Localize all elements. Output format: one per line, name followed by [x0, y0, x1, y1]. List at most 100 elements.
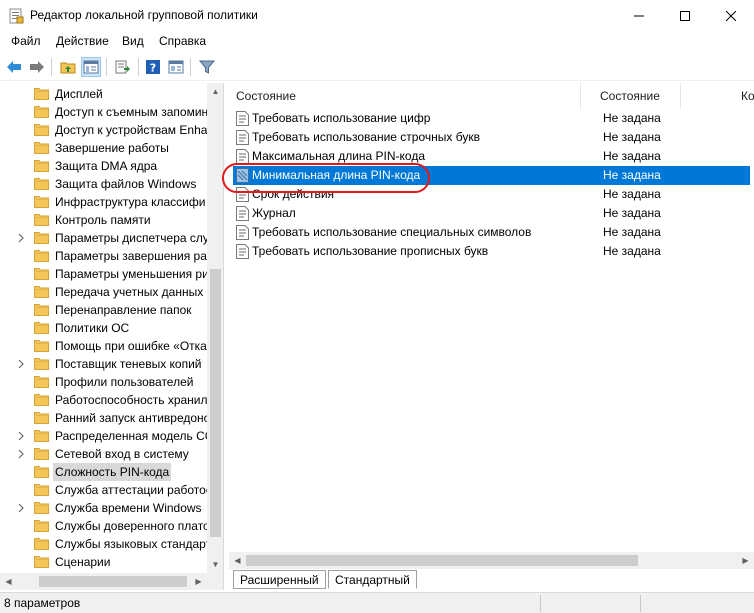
tree-item[interactable]: Завершение работы	[0, 139, 206, 157]
tree-item[interactable]: Параметры завершения ра	[0, 247, 207, 265]
chevron-right-icon[interactable]	[17, 448, 27, 460]
properties-button[interactable]	[166, 57, 186, 77]
menu-help[interactable]: Справка	[159, 34, 206, 48]
tree-item[interactable]: Служба аттестации работос	[0, 481, 212, 499]
setting-row[interactable]: Требовать использование прописных букв Не…	[233, 242, 750, 261]
tab-extended[interactable]: Расширенный	[233, 570, 326, 589]
export-list-icon	[115, 60, 130, 74]
scroll-right-icon[interactable]: ▶	[190, 573, 207, 590]
tree-item[interactable]: Службы доверенного плато	[0, 517, 210, 535]
menu-action[interactable]: Действие	[56, 34, 109, 48]
tree-item[interactable]: Помощь при ошибке «Отка	[0, 337, 207, 355]
tree-item[interactable]: Сложность PIN-кода	[0, 463, 206, 481]
export-list-button[interactable]	[113, 57, 133, 77]
folder-icon	[34, 519, 49, 532]
tree-vertical-scroll-thumb[interactable]	[210, 269, 221, 537]
tree-item[interactable]: Дисплей	[0, 85, 206, 103]
folder-icon	[34, 339, 49, 352]
folder-icon	[34, 303, 49, 316]
tree-item[interactable]: Доступ к устройствам Enha	[0, 121, 207, 139]
toolbar-separator	[51, 58, 52, 76]
setting-state: Не задана	[603, 149, 661, 163]
minimize-button[interactable]	[616, 0, 662, 31]
policy-setting-icon	[236, 206, 249, 221]
tree-item[interactable]: Параметры уменьшения ри	[0, 265, 209, 283]
tree-item[interactable]: Доступ к съемным запомин	[0, 103, 208, 121]
scroll-left-icon[interactable]: ◀	[229, 552, 246, 569]
tree-item-label: Доступ к съемным запомин	[55, 105, 209, 119]
setting-state: Не задана	[603, 206, 661, 220]
folder-icon	[34, 159, 49, 172]
column-header-name[interactable]: Состояние	[229, 83, 581, 109]
setting-row[interactable]: Минимальная длина PIN-кода Не задана	[233, 166, 750, 185]
folder-icon	[34, 393, 49, 406]
tree-item-label: Политики ОС	[55, 321, 130, 335]
tree-item[interactable]: Служба времени Windows	[0, 499, 206, 517]
setting-row[interactable]: Журнал Не задана	[233, 204, 750, 223]
tab-standard[interactable]: Стандартный	[328, 570, 417, 589]
folder-icon	[34, 465, 49, 478]
tree-item[interactable]: Распределенная модель СС	[0, 427, 213, 445]
up-folder-icon	[60, 62, 76, 74]
tree-horizontal-scrollbar[interactable]: ◀ ▶	[0, 573, 207, 590]
chevron-right-icon[interactable]	[17, 232, 27, 244]
column-header-state[interactable]: Состояние	[581, 83, 681, 109]
chevron-right-icon[interactable]	[17, 358, 27, 370]
tree-vertical-scrollbar[interactable]: ▲ ▼	[207, 83, 223, 573]
tree-item[interactable]: Работоспособность хранил	[0, 391, 208, 409]
folder-icon	[34, 267, 49, 280]
setting-row[interactable]: Требовать использование цифр Не задана	[233, 109, 750, 128]
tree-item-label: Перенаправление папок	[55, 303, 192, 317]
close-button[interactable]	[708, 0, 754, 31]
settings-list-pane: Состояние Состояние Ко Требовать использ…	[229, 83, 754, 569]
tree-item-label: Ранний запуск антивредонс	[55, 411, 210, 425]
folder-icon	[34, 105, 49, 118]
chevron-right-icon[interactable]	[17, 430, 27, 442]
tree-item[interactable]: Защита файлов Windows	[0, 175, 206, 193]
policy-setting-icon	[236, 187, 249, 202]
help-button[interactable]: ?	[143, 57, 163, 77]
scroll-left-icon[interactable]: ◀	[0, 573, 17, 590]
status-bar: 8 параметров	[0, 592, 754, 613]
filter-button[interactable]	[197, 57, 217, 77]
tree-item[interactable]: Перенаправление папок	[0, 301, 206, 319]
menu-view[interactable]: Вид	[122, 34, 144, 48]
tree-item[interactable]: Поставщик теневых копий	[0, 355, 206, 373]
tree-item[interactable]: Параметры диспетчера слу	[0, 229, 209, 247]
back-button[interactable]	[4, 57, 24, 77]
tree-item[interactable]: Профили пользователей	[0, 373, 206, 391]
policy-setting-icon	[236, 130, 249, 145]
scroll-right-icon[interactable]: ▶	[737, 552, 754, 569]
folder-icon	[34, 555, 49, 568]
setting-row[interactable]: Срок действия Не задана	[233, 185, 750, 204]
setting-row[interactable]: Максимальная длина PIN-кода Не задана	[233, 147, 750, 166]
up-folder-button[interactable]	[58, 57, 78, 77]
scroll-down-icon[interactable]: ▼	[207, 556, 223, 573]
close-icon	[726, 10, 736, 21]
tree-item[interactable]: Сетевой вход в систему	[0, 445, 206, 463]
setting-name: Требовать использование специальных симв…	[252, 225, 532, 239]
tree-item[interactable]: Защита DMA ядра	[0, 157, 206, 175]
tree-item[interactable]: Политики ОС	[0, 319, 206, 337]
tree-item[interactable]: Ранний запуск антивредонс	[0, 409, 210, 427]
chevron-right-icon[interactable]	[17, 502, 27, 514]
setting-row[interactable]: Требовать использование строчных букв Не …	[233, 128, 750, 147]
tree-item[interactable]: Службы языковых стандарт	[0, 535, 211, 553]
show-hide-tree-button[interactable]	[81, 57, 101, 77]
maximize-button[interactable]	[662, 0, 708, 31]
folder-icon	[34, 357, 49, 370]
tree-item[interactable]: Передача учетных данных	[0, 283, 206, 301]
scroll-up-icon[interactable]: ▲	[207, 83, 223, 100]
tree-item-label: Параметры уменьшения ри	[55, 267, 209, 281]
tree-item[interactable]: Сценарии	[0, 553, 206, 571]
forward-button[interactable]	[27, 57, 47, 77]
tree-item[interactable]: Инфраструктура классифи	[0, 193, 206, 211]
column-header-comment[interactable]: Ко	[681, 83, 754, 109]
menu-file[interactable]: Файл	[11, 34, 41, 48]
list-horizontal-scroll-thumb[interactable]	[246, 555, 638, 566]
setting-row[interactable]: Требовать использование специальных симв…	[233, 223, 750, 242]
policy-setting-icon	[236, 111, 249, 126]
list-horizontal-scrollbar[interactable]: ◀ ▶	[229, 552, 754, 569]
tree-item[interactable]: Контроль памяти	[0, 211, 206, 229]
tree-horizontal-scroll-thumb[interactable]	[39, 576, 187, 587]
